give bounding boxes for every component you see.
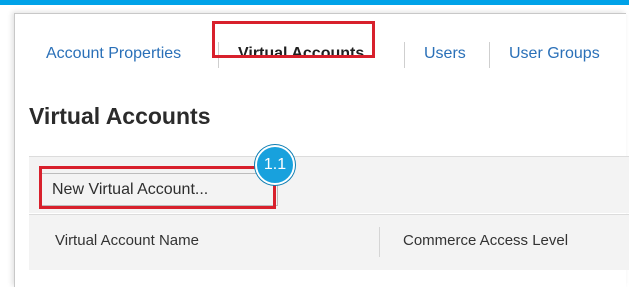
column-header-commerce-access-level[interactable]: Commerce Access Level <box>403 232 568 249</box>
column-divider <box>379 227 380 257</box>
tab-users[interactable]: Users <box>424 45 466 63</box>
tab-divider <box>404 42 405 68</box>
step-badge: 1.1 <box>255 145 295 185</box>
tab-divider <box>489 42 490 68</box>
table-header: Virtual Account Name Commerce Access Lev… <box>29 214 629 270</box>
accent-bar <box>0 0 629 5</box>
page-title: Virtual Accounts <box>29 103 211 129</box>
tab-account-properties[interactable]: Account Properties <box>46 45 181 63</box>
column-header-virtual-account-name[interactable]: Virtual Account Name <box>55 232 199 249</box>
tab-highlight-box <box>212 21 375 58</box>
tab-user-groups[interactable]: User Groups <box>509 45 600 63</box>
button-highlight-box <box>39 166 276 209</box>
